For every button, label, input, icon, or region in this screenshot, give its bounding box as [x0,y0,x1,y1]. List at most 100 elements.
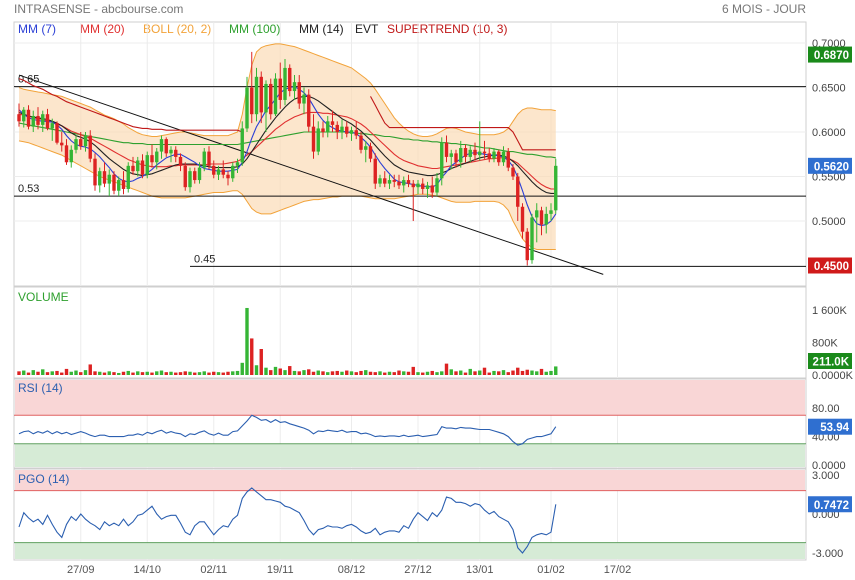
candle-body [22,109,26,122]
candle-body [98,171,102,186]
candle-body [340,126,344,132]
volume-bar [454,371,458,375]
candle-body [207,151,211,166]
candle-body [487,153,491,159]
stock-chart: INTRASENSE - abcbourse.com 6 MOIS - JOUR… [13,2,854,576]
volume-bar [520,370,525,375]
legend-item: BOLL (20, 2) [143,22,211,36]
volume-bar [539,368,544,375]
candle-body [45,114,50,129]
candle-body [302,94,306,104]
candle-body [64,145,69,163]
volume-bar [487,372,491,375]
volume-bar [492,370,496,375]
candle-body [425,185,430,189]
candle-body [121,180,126,189]
period-label[interactable]: 6 MOIS - JOUR [722,2,806,16]
volume-bar [41,369,45,375]
candle-body [131,165,135,172]
candle-body [307,94,311,127]
volume-bar [421,372,425,375]
candle-body [31,115,35,127]
volume-bar [530,370,534,375]
price-badge: 0.4500 [814,261,849,273]
candle-body [159,139,164,152]
volume-bar [511,370,515,375]
candle-body [278,78,282,100]
candle-body [435,178,439,193]
candle-body [530,217,534,261]
candle-body [383,178,387,184]
candle-body [520,206,525,232]
volume-bar [549,370,553,375]
volume-bar [231,371,235,375]
candle-body [411,183,415,188]
volume-bar [131,372,135,375]
volume-bar [145,371,149,375]
candle-body [212,165,216,175]
chart-title: INTRASENSE - abcbourse.com [14,2,183,16]
legend-item: MM (20) [80,22,125,36]
candle-body [273,78,278,115]
volume-bar [269,370,273,375]
candle-body [444,142,449,157]
candle-body [345,126,349,134]
volume-bar [459,370,463,375]
volume-bar [193,372,197,375]
candle-body [497,151,501,163]
candle-body [397,181,401,186]
volume-tick-label: 1 600K [812,305,848,317]
volume-bar [126,370,130,375]
volume-badge: 211.0K [813,357,850,369]
candle-body [482,151,487,154]
candle-body [216,169,221,175]
volume-bar [411,366,415,375]
candle-body [501,151,506,163]
volume-bar [354,372,358,375]
candle-body [188,171,192,188]
volume-bar [164,372,168,375]
volume-axis: 1 600K 800K 0.0000K211.0K [808,305,854,382]
candle-body [459,148,463,163]
candle-body [178,156,183,166]
volume-bar [535,371,539,375]
volume-bar [525,369,529,375]
pgo-lower-zone [15,542,805,559]
volume-tick-label: 800K [812,338,838,350]
candle-body [93,158,97,186]
volume-bar [60,372,64,375]
volume-bar [387,371,392,375]
date-tick-label: 02/11 [200,564,227,576]
candle-body [387,180,392,184]
volume-bar [463,372,468,375]
volume-bars [17,307,558,375]
volume-bar [159,370,164,375]
candle-body [169,149,173,154]
volume-bar [107,371,111,375]
candle-body [112,174,116,191]
candle-body [145,155,149,175]
candle-body [183,165,187,188]
candle-body [506,151,510,168]
date-tick-label: 19/11 [267,564,294,576]
candle-body [288,67,292,92]
volume-bar [178,372,183,375]
candle-body [164,139,168,154]
candle-body [392,180,396,182]
volume-bar [383,372,387,375]
volume-bar [321,371,325,375]
volume-bar [188,371,192,375]
candle-body [69,149,73,163]
volume-bar [283,370,287,375]
price-tick-label: 0.5000 [812,216,846,228]
volume-bar [297,371,301,375]
volume-bar [69,371,73,375]
candle-body [50,123,54,129]
candle-body [254,76,259,115]
volume-bar [292,370,297,375]
volume-bar [449,369,453,375]
rsi-oversold-zone [15,443,805,467]
legend-item: MM (7) [18,22,56,36]
volume-bar [88,364,92,375]
volume-bar [254,365,259,375]
